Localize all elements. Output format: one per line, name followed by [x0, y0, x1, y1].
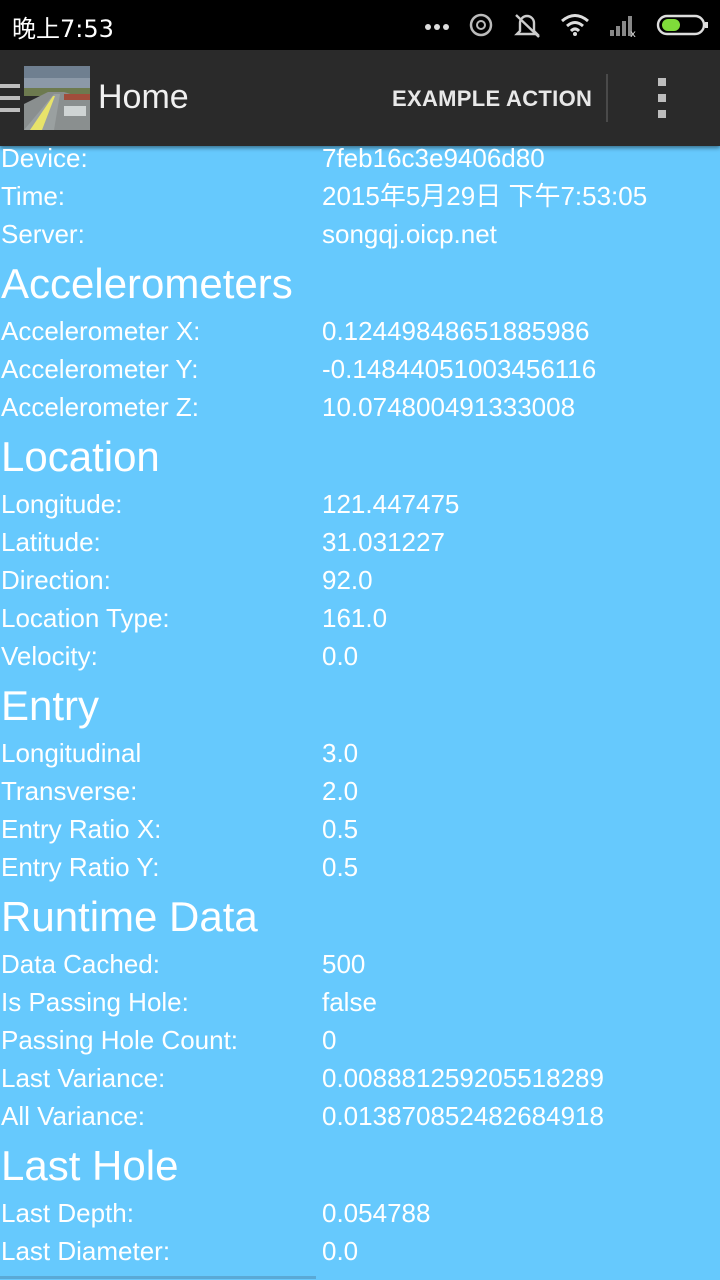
location-type-value: 161.0 [322, 603, 388, 633]
accelerometer-y-row: Accelerometer Y: -0.14844051003456116 [0, 350, 720, 388]
data-cached-label: Data Cached: [1, 949, 160, 979]
all-variance-value: 0.013870852482684918 [322, 1101, 604, 1131]
accelerometer-z-value: 10.074800491333008 [322, 392, 576, 422]
device-value: 7feb16c3e9406d80 [322, 146, 545, 173]
last-depth-value: 0.054788 [322, 1198, 431, 1228]
device-label: Device: [1, 146, 88, 173]
location-type-row: Location Type: 161.0 [0, 599, 720, 637]
transverse-label: Transverse: [1, 776, 138, 806]
overflow-menu-icon[interactable] [640, 72, 688, 124]
direction-label: Direction: [1, 565, 111, 595]
latitude-value: 31.031227 [322, 527, 445, 557]
is-passing-hole-label: Is Passing Hole: [1, 987, 189, 1017]
accelerometer-y-value: -0.14844051003456116 [322, 354, 597, 384]
direction-row: Direction: 92.0 [0, 561, 720, 599]
last-depth-label: Last Depth: [1, 1198, 134, 1228]
server-label: Server: [1, 219, 85, 249]
entry-ratio-x-value: 0.5 [322, 814, 359, 844]
status-time: 晚上7:53 [12, 15, 114, 43]
passing-hole-count-label: Passing Hole Count: [1, 1025, 239, 1055]
server-row: Server: songqj.oicp.net [0, 215, 720, 253]
data-cached-value: 500 [322, 949, 366, 979]
latitude-row: Latitude: 31.031227 [0, 523, 720, 561]
last-variance-row: Last Variance: 0.008881259205518289 [0, 1059, 720, 1097]
accelerometers-heading: Accelerometers [1, 260, 293, 307]
accelerometer-z-row: Accelerometer Z: 10.074800491333008 [0, 388, 720, 426]
last-variance-value: 0.008881259205518289 [322, 1063, 604, 1093]
app-logo[interactable] [24, 66, 90, 130]
page-title: Home [98, 78, 189, 116]
last-hole-heading: Last Hole [1, 1142, 179, 1189]
data-cached-row: Data Cached: 500 [0, 945, 720, 983]
road-image-icon [24, 66, 90, 130]
transverse-value: 2.0 [322, 776, 359, 806]
longitudinal-label: Longitudinal [1, 738, 142, 768]
status-bar: 晚上7:53 x [0, 0, 720, 50]
wifi-icon [561, 14, 589, 36]
last-diameter-row: Last Diameter: 0.0 [0, 1232, 720, 1270]
last-diameter-label: Last Diameter: [1, 1236, 171, 1266]
last-diameter-value: 0.0 [322, 1236, 359, 1266]
action-divider [606, 74, 608, 122]
server-value: songqj.oicp.net [322, 219, 497, 249]
is-passing-hole-row: Is Passing Hole: false [0, 983, 720, 1021]
passing-hole-count-value: 0 [322, 1025, 337, 1055]
device-row: Device: 7feb16c3e9406d80 [0, 146, 720, 177]
location-heading: Location [1, 433, 160, 480]
example-action-button[interactable]: EXAMPLE ACTION [380, 76, 604, 122]
velocity-value: 0.0 [322, 641, 359, 671]
sync-icon [469, 13, 493, 37]
svg-text:x: x [630, 29, 636, 38]
entry-ratio-y-row: Entry Ratio Y: 0.5 [0, 848, 720, 886]
velocity-row: Velocity: 0.0 [0, 637, 720, 675]
content-area: Device: 7feb16c3e9406d80 Time: 2015年5月29… [0, 146, 720, 1280]
latitude-label: Latitude: [1, 527, 101, 557]
entry-heading: Entry [1, 682, 100, 729]
entry-ratio-y-label: Entry Ratio Y: [1, 852, 160, 882]
entry-ratio-x-row: Entry Ratio X: 0.5 [0, 810, 720, 848]
nav-drawer-icon[interactable] [0, 84, 22, 114]
action-bar: Home EXAMPLE ACTION [0, 50, 720, 146]
entry-ratio-x-label: Entry Ratio X: [1, 814, 162, 844]
location-type-label: Location Type: [1, 603, 170, 633]
last-variance-label: Last Variance: [1, 1063, 166, 1093]
accelerometer-x-label: Accelerometer X: [1, 316, 201, 346]
entry-ratio-y-value: 0.5 [322, 852, 359, 882]
longitude-value: 121.447475 [322, 489, 460, 519]
is-passing-hole-value: false [322, 987, 377, 1017]
battery-icon [656, 14, 708, 36]
time-row: Time: 2015年5月29日 下午7:53:05 [0, 177, 720, 215]
status-icons: x [424, 0, 710, 50]
runtime-data-heading: Runtime Data [1, 893, 258, 940]
longitudinal-row: Longitudinal 3.0 [0, 734, 720, 772]
transverse-row: Transverse: 2.0 [0, 772, 720, 810]
velocity-label: Velocity: [1, 641, 98, 671]
passing-hole-count-row: Passing Hole Count: 0 [0, 1021, 720, 1059]
silent-icon [514, 14, 540, 38]
accelerometer-x-row: Accelerometer X: 0.12449848651885986 [0, 312, 720, 350]
all-variance-row: All Variance: 0.013870852482684918 [0, 1097, 720, 1135]
longitude-row: Longitude: 121.447475 [0, 485, 720, 523]
signal-icon: x [610, 16, 636, 38]
accelerometer-x-value: 0.12449848651885986 [322, 316, 590, 346]
last-depth-row: Last Depth: 0.054788 [0, 1194, 720, 1232]
scroll-edge-line [0, 1276, 316, 1279]
longitude-label: Longitude: [1, 489, 123, 519]
time-label: Time: [1, 181, 66, 211]
time-value: 2015年5月29日 下午7:53:05 [322, 181, 648, 211]
more-dots-icon [425, 24, 449, 30]
all-variance-label: All Variance: [1, 1101, 146, 1131]
accelerometer-z-label: Accelerometer Z: [1, 392, 199, 422]
accelerometer-y-label: Accelerometer Y: [1, 354, 199, 384]
longitudinal-value: 3.0 [322, 738, 359, 768]
direction-value: 92.0 [322, 565, 373, 595]
